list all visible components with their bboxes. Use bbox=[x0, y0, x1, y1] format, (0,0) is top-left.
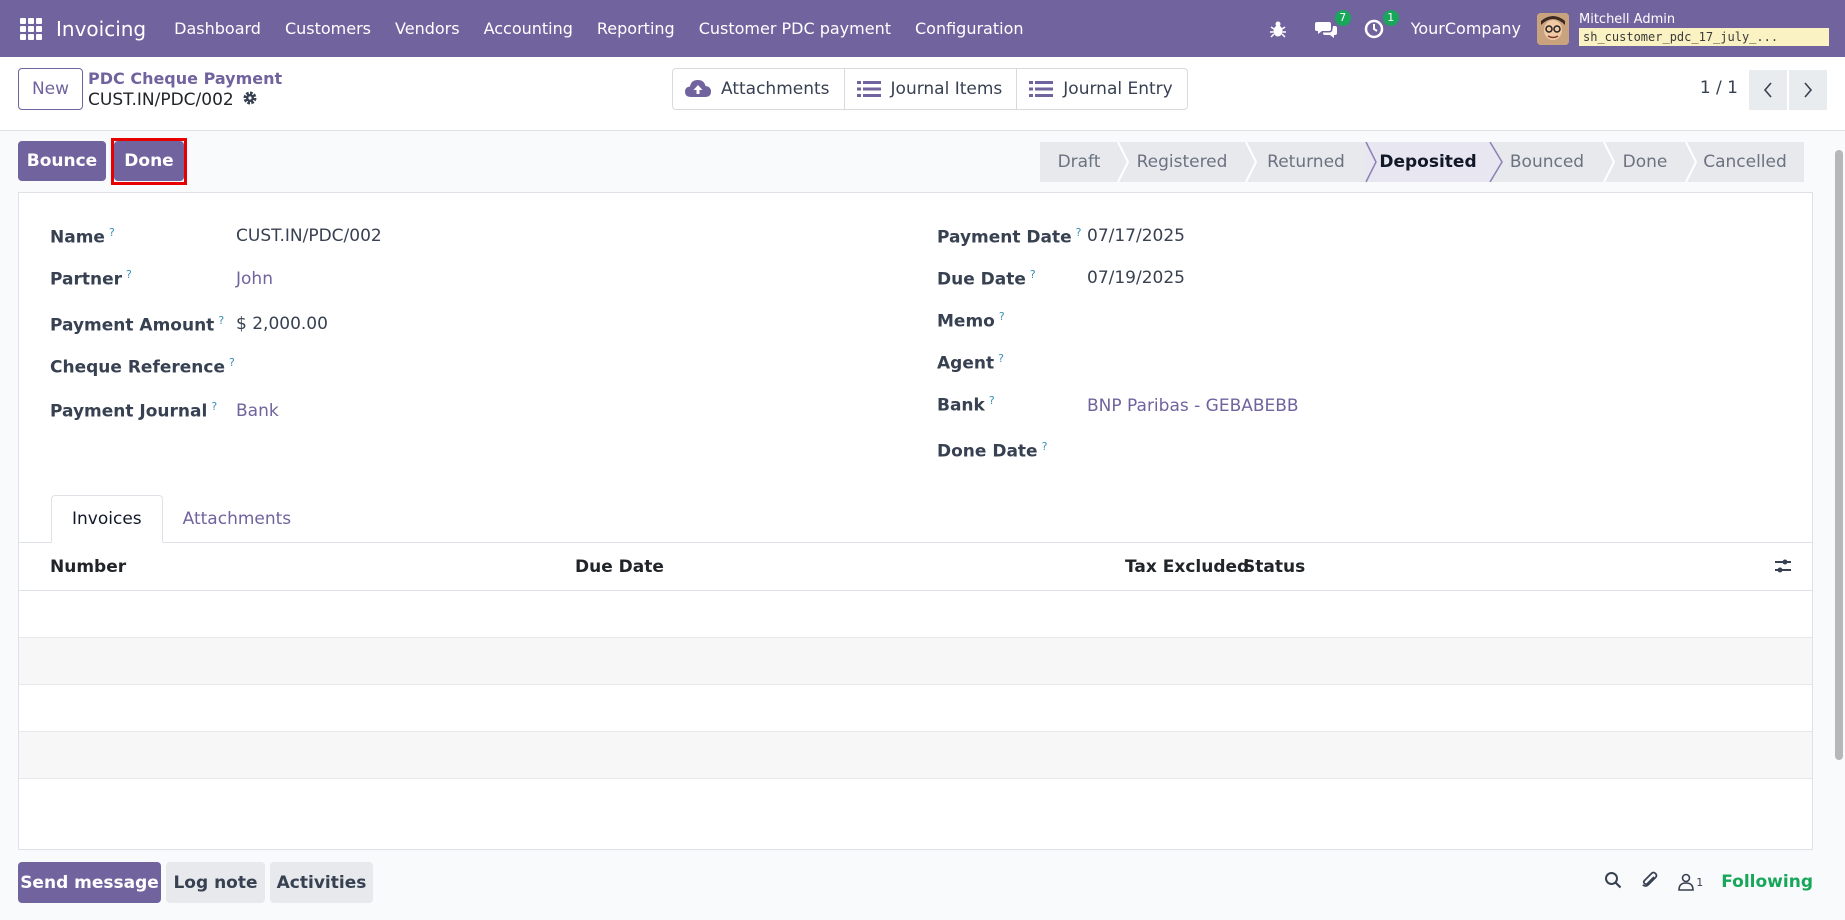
chatter-topbar-right: 1 Following bbox=[1604, 870, 1813, 894]
messages-count-badge: 7 bbox=[1334, 9, 1351, 26]
table-row bbox=[19, 638, 1812, 685]
record-title: CUST.IN/PDC/002 bbox=[88, 90, 258, 110]
label-payment-journal: Payment Journal? bbox=[50, 400, 218, 422]
navbar-systray: 7 1 YourCompany Mitchell Admin sh_custom… bbox=[1267, 0, 1829, 57]
app-menu-icon[interactable] bbox=[20, 17, 42, 40]
chevron-left-icon bbox=[1763, 82, 1772, 98]
value-payment-amount[interactable]: $ 2,000.00 bbox=[236, 314, 328, 334]
messages-icon[interactable]: 7 bbox=[1314, 9, 1351, 40]
company-switcher[interactable]: YourCompany bbox=[1411, 19, 1521, 38]
column-status[interactable]: Status bbox=[1243, 557, 1305, 577]
label-cheque-reference: Cheque Reference? bbox=[50, 356, 235, 378]
list-icon bbox=[1029, 81, 1054, 97]
column-due-date[interactable]: Due Date bbox=[575, 557, 664, 577]
form-sheet: Name? CUST.IN/PDC/002 Partner? John Paym… bbox=[18, 192, 1813, 850]
user-icon bbox=[1678, 873, 1695, 891]
menu-customer-pdc-payment[interactable]: Customer PDC payment bbox=[687, 0, 903, 57]
debug-bug-icon[interactable] bbox=[1267, 18, 1289, 40]
column-number[interactable]: Number bbox=[50, 557, 126, 577]
label-partner: Partner? bbox=[50, 268, 132, 290]
value-payment-journal[interactable]: Bank bbox=[236, 401, 279, 421]
column-tax-excluded[interactable]: Tax Excluded bbox=[1125, 557, 1249, 577]
pager-previous-button[interactable] bbox=[1749, 70, 1787, 110]
status-bar-arrows bbox=[1117, 142, 1698, 182]
send-message-button[interactable]: Send message bbox=[18, 862, 161, 903]
new-button[interactable]: New bbox=[18, 68, 83, 110]
journal-entry-smart-button[interactable]: Journal Entry bbox=[1017, 69, 1186, 109]
app-name[interactable]: Invoicing bbox=[56, 17, 146, 41]
tab-attachments[interactable]: Attachments bbox=[163, 495, 312, 543]
optional-columns-toggle-icon[interactable] bbox=[1774, 557, 1792, 579]
search-icon[interactable] bbox=[1604, 871, 1622, 893]
paperclip-icon[interactable] bbox=[1640, 870, 1660, 894]
table-row bbox=[19, 732, 1812, 779]
user-avatar[interactable] bbox=[1537, 12, 1569, 45]
breadcrumb-pdc-cheque-payment[interactable]: PDC Cheque Payment bbox=[88, 69, 282, 88]
journal-entry-label: Journal Entry bbox=[1063, 79, 1173, 99]
journal-items-smart-button[interactable]: Journal Items bbox=[845, 69, 1018, 109]
label-bank: Bank? bbox=[937, 394, 995, 416]
menu-reporting[interactable]: Reporting bbox=[585, 0, 687, 57]
value-due-date[interactable]: 07/19/2025 bbox=[1087, 268, 1185, 288]
user-menu[interactable]: Mitchell Admin sh_customer_pdc_17_july_.… bbox=[1579, 12, 1829, 46]
pager-value[interactable]: 1 / 1 bbox=[1700, 78, 1738, 98]
gear-icon[interactable] bbox=[242, 90, 258, 110]
attachments-label: Attachments bbox=[721, 79, 830, 99]
tab-invoices[interactable]: Invoices bbox=[51, 495, 163, 543]
main-menu: Dashboard Customers Vendors Accounting R… bbox=[162, 0, 1035, 57]
done-button-highlight bbox=[111, 138, 187, 185]
followers-count: 1 bbox=[1696, 875, 1704, 889]
bounce-button[interactable]: Bounce bbox=[18, 141, 106, 181]
label-payment-amount: Payment Amount? bbox=[50, 314, 225, 336]
followers-button[interactable]: 1 bbox=[1678, 873, 1703, 891]
list-icon bbox=[856, 81, 881, 97]
activities-button[interactable]: Activities bbox=[270, 862, 373, 903]
value-name[interactable]: CUST.IN/PDC/002 bbox=[236, 226, 382, 246]
top-navbar: Invoicing Dashboard Customers Vendors Ac… bbox=[0, 0, 1845, 57]
menu-dashboard[interactable]: Dashboard bbox=[162, 0, 273, 57]
activities-count-badge: 1 bbox=[1382, 9, 1399, 26]
page-scrollbar[interactable] bbox=[1835, 150, 1843, 760]
menu-configuration[interactable]: Configuration bbox=[903, 0, 1036, 57]
pager-next-button[interactable] bbox=[1789, 70, 1827, 110]
cloud-upload-icon bbox=[685, 80, 711, 97]
menu-vendors[interactable]: Vendors bbox=[383, 0, 472, 57]
chevron-right-icon bbox=[1804, 82, 1813, 98]
database-name: sh_customer_pdc_17_july_... bbox=[1579, 27, 1829, 46]
label-memo: Memo? bbox=[937, 310, 1005, 332]
activities-clock-icon[interactable]: 1 bbox=[1363, 9, 1399, 40]
table-row bbox=[19, 685, 1812, 732]
label-due-date: Due Date? bbox=[937, 268, 1036, 290]
invoices-table-header: Number Due Date Tax Excluded Status bbox=[19, 543, 1812, 591]
record-name: CUST.IN/PDC/002 bbox=[88, 90, 234, 110]
value-partner[interactable]: John bbox=[236, 269, 273, 289]
menu-accounting[interactable]: Accounting bbox=[472, 0, 585, 57]
menu-customers[interactable]: Customers bbox=[273, 0, 383, 57]
attachments-smart-button[interactable]: Attachments bbox=[673, 69, 845, 109]
label-name: Name? bbox=[50, 226, 115, 248]
value-bank[interactable]: BNP Paribas - GEBABEBB bbox=[1087, 396, 1299, 416]
smart-buttons: Attachments Journal Items Journal Entry bbox=[672, 68, 1188, 110]
label-payment-date: Payment Date? bbox=[937, 226, 1082, 248]
log-note-button[interactable]: Log note bbox=[166, 862, 265, 903]
label-done-date: Done Date? bbox=[937, 440, 1048, 462]
table-row bbox=[19, 591, 1812, 638]
notebook-tabs: Invoices Attachments bbox=[51, 495, 311, 543]
journal-items-label: Journal Items bbox=[890, 79, 1003, 99]
user-name: Mitchell Admin bbox=[1579, 11, 1676, 27]
following-button[interactable]: Following bbox=[1721, 872, 1813, 892]
label-agent: Agent? bbox=[937, 352, 1004, 374]
value-payment-date[interactable]: 07/17/2025 bbox=[1087, 226, 1185, 246]
table-row bbox=[19, 779, 1812, 826]
